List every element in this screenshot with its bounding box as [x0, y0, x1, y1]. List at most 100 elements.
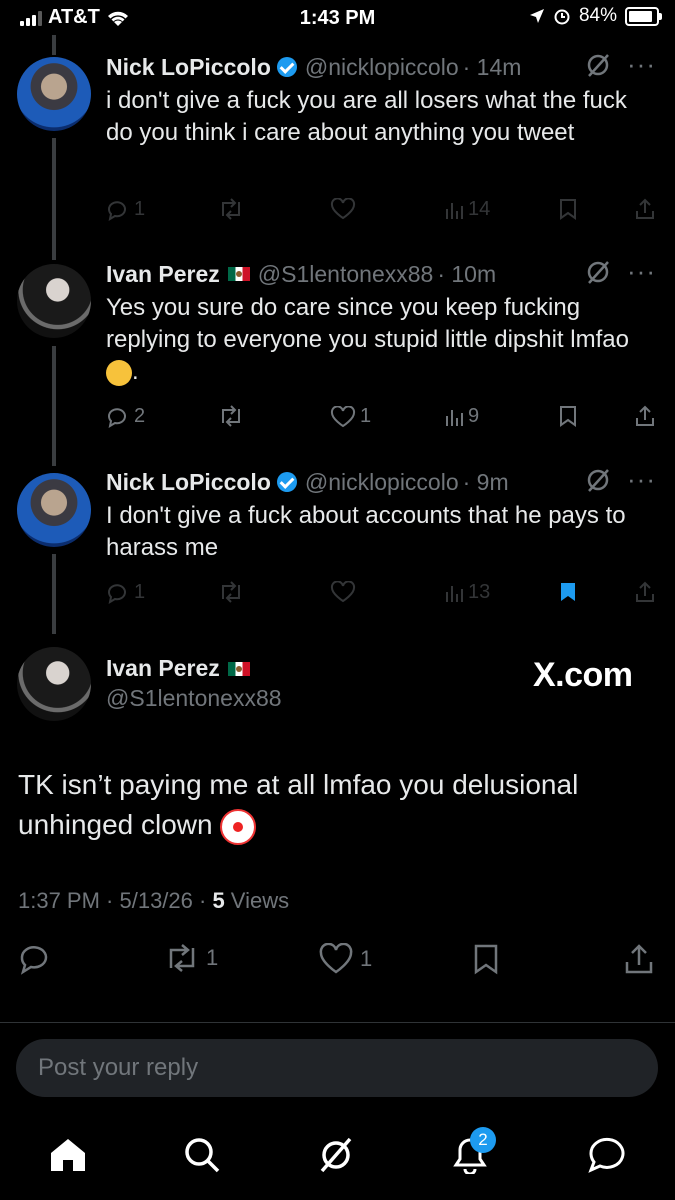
heart-icon: [330, 198, 356, 220]
author-name[interactable]: Ivan Perez: [106, 655, 220, 682]
battery-icon: [625, 6, 662, 26]
more-options-icon[interactable]: ···: [627, 464, 656, 495]
more-options-icon[interactable]: ···: [627, 256, 656, 287]
reply-icon: [108, 407, 126, 428]
alarm-icon: [554, 9, 570, 25]
more-options-icon[interactable]: ···: [627, 49, 656, 80]
thread-line: [52, 346, 56, 466]
tweet-actions: 1 14: [106, 198, 656, 224]
share-button[interactable]: [634, 198, 656, 220]
retweet-button[interactable]: 1: [164, 943, 218, 973]
tweet-time: · 9m: [462, 468, 509, 495]
main-author-name-row[interactable]: Ivan Perez: [106, 655, 250, 682]
share-button[interactable]: [623, 943, 655, 975]
retweet-button[interactable]: [218, 581, 244, 603]
bookmark-button[interactable]: [558, 581, 578, 603]
author-name[interactable]: Ivan Perez: [106, 261, 220, 288]
mexico-flag-icon: [227, 267, 250, 281]
tab-search[interactable]: [172, 1125, 232, 1185]
author-name[interactable]: Nick LoPiccolo: [106, 469, 271, 496]
avatar[interactable]: [17, 57, 91, 131]
bookmark-filled-icon: [561, 583, 575, 601]
views-button[interactable]: 9: [444, 405, 479, 428]
avatar[interactable]: [17, 473, 91, 547]
views-label: Views: [224, 888, 290, 913]
views-button[interactable]: 13: [444, 581, 490, 604]
heart-icon: [330, 405, 356, 427]
retweet-button[interactable]: [218, 198, 244, 220]
avatar[interactable]: [17, 264, 91, 338]
retweet-button[interactable]: [218, 405, 244, 427]
reply-button[interactable]: 2: [106, 405, 145, 428]
views-icon: [446, 202, 463, 219]
reply-count: 1: [134, 198, 146, 220]
views-icon: [446, 409, 463, 426]
retweet-count: 1: [206, 945, 219, 970]
location-icon: [529, 9, 544, 23]
tweet-actions: 2 1 9: [106, 405, 656, 431]
author-handle[interactable]: @S1lentonexx88: [258, 261, 434, 288]
like-button[interactable]: 1: [318, 943, 372, 975]
avatar[interactable]: [17, 647, 91, 721]
share-button[interactable]: [634, 581, 656, 603]
clown-emoji-icon: [220, 808, 257, 845]
home-icon: [51, 1139, 85, 1171]
views-button[interactable]: 14: [444, 198, 490, 221]
grok-icon[interactable]: [584, 466, 612, 494]
tweet[interactable]: Nick LoPiccolo @nicklopiccolo · 14m ··· …: [106, 49, 656, 149]
tweet[interactable]: Ivan Perez @S1lentonexx88 · 10m ··· Yes …: [106, 256, 656, 388]
main-tweet-text-container: TK isn’t paying me at all lmfao you delu…: [18, 765, 658, 845]
main-tweet-actions: 1 1: [0, 943, 675, 979]
reply-input[interactable]: [16, 1039, 620, 1097]
reply-button[interactable]: 1: [106, 581, 145, 604]
reply-icon: [108, 200, 126, 221]
mexico-flag-icon: [227, 661, 250, 676]
author-handle[interactable]: @nicklopiccolo: [305, 469, 459, 496]
battery-percent: 84%: [578, 5, 617, 26]
reply-button[interactable]: [18, 943, 52, 975]
bookmark-icon: [560, 199, 576, 220]
tweet-time: · 14m: [462, 53, 522, 80]
grok-icon[interactable]: [584, 258, 612, 286]
retweet-icon: [222, 581, 240, 603]
share-button[interactable]: [634, 405, 656, 427]
share-icon: [636, 581, 654, 602]
views-count: 13: [468, 581, 491, 603]
messages-icon: [588, 1137, 625, 1173]
tweet-time: · 10m: [437, 260, 497, 287]
views-icon: [446, 585, 463, 602]
retweet-icon: [222, 198, 240, 220]
tweet-meta: 1:37 PM · 5/13/26 · 5 Views: [18, 888, 289, 914]
main-tweet-text: TK isn’t paying me at all lmfao you delu…: [18, 769, 579, 840]
author-name[interactable]: Nick LoPiccolo: [106, 54, 271, 81]
author-handle[interactable]: @nicklopiccolo: [305, 54, 459, 81]
like-count: 1: [360, 405, 372, 427]
thread-line: [52, 554, 56, 634]
thread-line: [52, 138, 56, 260]
tab-notifications[interactable]: 2: [440, 1125, 500, 1185]
tweet-text: I don't give a fuck about accounts that …: [106, 502, 626, 561]
bookmark-button[interactable]: [558, 405, 578, 427]
reply-button[interactable]: 1: [106, 198, 145, 221]
reply-icon: [108, 583, 126, 604]
grok-icon[interactable]: [584, 51, 612, 79]
thread-line: [52, 35, 56, 55]
like-button[interactable]: 1: [330, 405, 371, 428]
reply-box[interactable]: [16, 1039, 658, 1097]
tweet-text-suffix: .: [132, 358, 139, 385]
like-button[interactable]: [330, 198, 356, 220]
reply-count: 1: [134, 581, 146, 603]
bookmark-button[interactable]: [558, 198, 578, 220]
divider: [0, 1022, 675, 1023]
bookmark-icon: [560, 406, 576, 427]
author-handle[interactable]: @S1lentonexx88: [106, 685, 282, 712]
tab-grok[interactable]: [306, 1125, 366, 1185]
like-button[interactable]: [330, 581, 356, 603]
share-icon: [636, 405, 654, 426]
tab-home[interactable]: [38, 1125, 98, 1185]
retweet-icon: [169, 944, 195, 972]
tab-messages[interactable]: [577, 1125, 637, 1185]
status-right: 84%: [529, 5, 662, 27]
bookmark-button[interactable]: [472, 943, 500, 975]
tweet[interactable]: Nick LoPiccolo @nicklopiccolo · 9m ··· I…: [106, 464, 656, 564]
